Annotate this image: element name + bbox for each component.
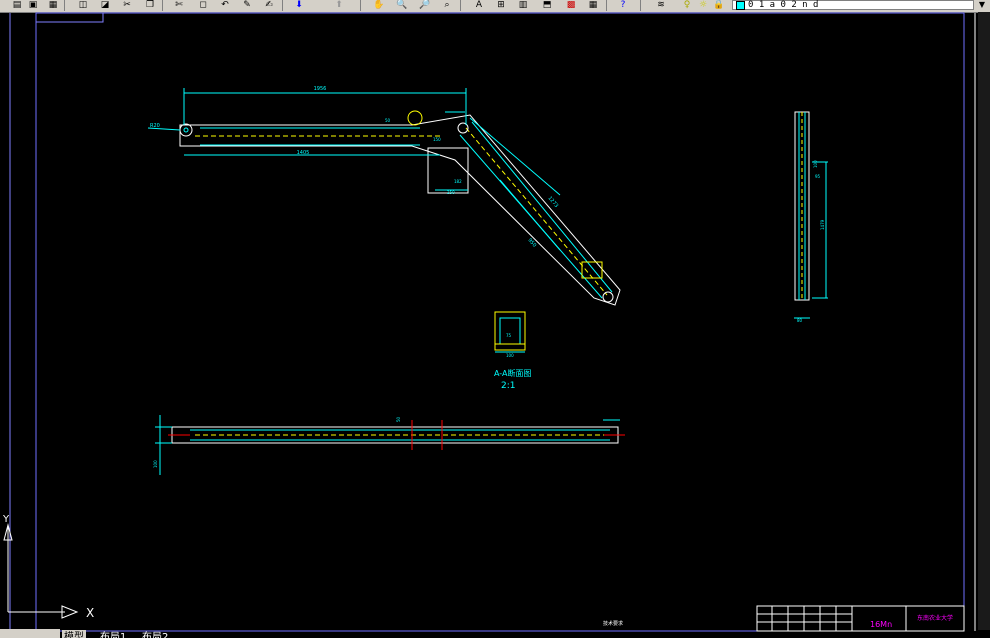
section-outer: 100 bbox=[506, 353, 514, 358]
publish-icon[interactable]: ◪ bbox=[98, 0, 112, 10]
sheet-set-icon[interactable]: A bbox=[472, 0, 486, 10]
zoom-realtime-icon[interactable]: ⬇ bbox=[292, 0, 306, 10]
cut-icon[interactable]: ✂ bbox=[120, 0, 134, 10]
layer-state-icon[interactable]: ⬒ bbox=[540, 0, 554, 10]
tab-model[interactable]: 模型 bbox=[62, 630, 86, 638]
zoom-previous-icon[interactable]: ✋ bbox=[372, 0, 386, 10]
ucs-y-label: Y bbox=[2, 514, 10, 525]
layer-dropdown[interactable]: 0 1 a 0 2 n d bbox=[732, 0, 974, 10]
save-icon[interactable]: ▣ bbox=[26, 0, 40, 10]
dim-small-4: 250 bbox=[447, 190, 455, 195]
dim-side-small: 100 bbox=[813, 160, 818, 168]
ucs-x-label: X bbox=[86, 606, 94, 620]
material-label: 16Mn bbox=[870, 620, 892, 629]
drawing-canvas[interactable]: 1956 1405 R20 50 150 182 250 1273 950 95… bbox=[0, 12, 990, 638]
section-title: A-A断面图 bbox=[494, 368, 531, 378]
layer-color-swatch bbox=[736, 1, 745, 10]
tab-layout2[interactable]: 布局2 bbox=[142, 630, 168, 638]
print-icon[interactable]: ▦ bbox=[46, 0, 60, 10]
dim-plan-left: 100 bbox=[153, 460, 158, 468]
sun-icon[interactable]: ☼ bbox=[696, 0, 710, 10]
dim-angle-label: R20 bbox=[150, 123, 160, 129]
dim-diag-lower: 950 bbox=[526, 237, 537, 248]
plan-view bbox=[155, 415, 625, 475]
layer-dropdown-arrow[interactable]: ▼ bbox=[974, 0, 990, 10]
redo-icon[interactable]: ✎ bbox=[240, 0, 254, 10]
grid-icon[interactable]: ▦ bbox=[586, 0, 600, 10]
lock-icon[interactable]: 🔒 bbox=[712, 0, 726, 10]
vertical-scrollbar[interactable] bbox=[978, 12, 990, 630]
layout-tabs: 模型 布局1 布局2 bbox=[0, 630, 260, 638]
zoom-window-icon[interactable]: ⬆ bbox=[332, 0, 346, 10]
match-properties-icon[interactable]: ◻ bbox=[196, 0, 210, 10]
undo-icon[interactable]: ↶ bbox=[218, 0, 232, 10]
dim-overall-top: 1956 bbox=[314, 86, 327, 92]
note-label: 技术要求 bbox=[603, 620, 623, 627]
section-inner: 75 bbox=[506, 333, 512, 338]
dim-small-2: 150 bbox=[433, 137, 441, 142]
design-center-icon[interactable]: 🔎 bbox=[418, 0, 432, 10]
calculator-icon[interactable]: ▥ bbox=[516, 0, 530, 10]
dim-bottom: 1405 bbox=[297, 150, 310, 156]
copy-icon[interactable]: ❐ bbox=[143, 0, 157, 10]
dim-side-width: 95 bbox=[815, 174, 821, 179]
beam-upper bbox=[179, 114, 621, 306]
side-view bbox=[794, 111, 828, 319]
properties-icon[interactable]: 🔍 bbox=[395, 0, 409, 10]
paste-icon[interactable]: ✄ bbox=[172, 0, 186, 10]
ucs-icon bbox=[3, 523, 79, 619]
open-icon[interactable]: ▤ bbox=[10, 0, 24, 10]
dim-small-3: 182 bbox=[454, 179, 462, 184]
corner-mark bbox=[36, 13, 104, 23]
school-label: 东南农业大学 bbox=[917, 614, 953, 622]
dim-side-length: 1479 bbox=[820, 219, 825, 230]
section-aa bbox=[494, 311, 526, 353]
markup-icon[interactable]: ⊞ bbox=[494, 0, 508, 10]
preview-icon[interactable]: ◫ bbox=[76, 0, 90, 10]
tab-layout1[interactable]: 布局1 bbox=[100, 630, 126, 638]
pan-icon[interactable]: ✍ bbox=[262, 0, 276, 10]
tool-palettes-icon[interactable]: ⌕ bbox=[440, 0, 454, 10]
section-scale: 2:1 bbox=[501, 381, 515, 391]
dim-small-1: 50 bbox=[385, 118, 391, 123]
help-icon[interactable]: ? bbox=[616, 0, 630, 10]
dim-side-bottom: 80 bbox=[797, 318, 803, 323]
dim-plan-small: 50 bbox=[396, 416, 401, 422]
bulb-icon[interactable]: ♀ bbox=[680, 0, 694, 10]
layers-icon[interactable]: ≋ bbox=[654, 0, 668, 10]
layer-manager-icon[interactable]: ▩ bbox=[564, 0, 578, 10]
